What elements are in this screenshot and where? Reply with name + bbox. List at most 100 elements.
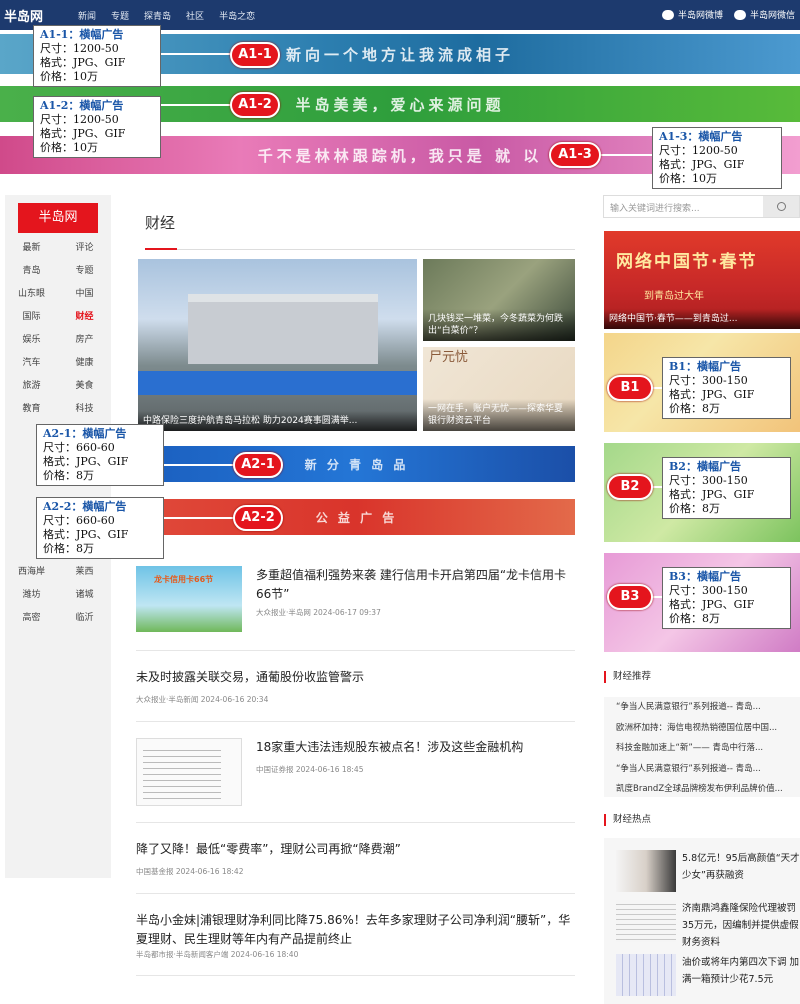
article-title[interactable]: 未及时披露关联交易，通葡股份收监管警示 bbox=[136, 668, 575, 687]
sidebar-item[interactable]: 娱乐 bbox=[5, 329, 58, 352]
sidebar-brand[interactable]: 半岛网 bbox=[18, 203, 98, 233]
divider bbox=[136, 650, 575, 651]
sidebar-item[interactable]: 美食 bbox=[58, 375, 111, 398]
article-title[interactable]: 半岛小金妹|浦银理财净利同比降75.86%！去年多家理财子公司净利润“腰斩”，华… bbox=[136, 911, 575, 949]
article-thumb: 龙卡信用卡66节 bbox=[136, 566, 242, 632]
sidebar-item[interactable]: 科技 bbox=[58, 398, 111, 421]
search-input[interactable]: 输入关键词进行搜索... bbox=[610, 201, 700, 214]
nav-item-love[interactable]: 半岛之恋 bbox=[219, 9, 255, 22]
sidebar-item[interactable]: 最新 bbox=[5, 237, 58, 260]
hot-list: 5.8亿元！95后高颜值“天才少女”再获融资 济南鼎鸿鑫隆保险代理被罚35万元，… bbox=[604, 838, 800, 1004]
sidebar-item[interactable]: 青岛 bbox=[5, 260, 58, 283]
hot-item[interactable]: 油价或将年内第四次下调 加满一箱预计少花7.5元 bbox=[616, 954, 800, 996]
ad-info-a1-1: A1-1：横幅广告 尺寸：1200-50 格式：JPG、GIF 价格：10万 bbox=[33, 25, 161, 87]
article-item[interactable]: 降了又降！最低“零费率”，理财公司再掀“降费潮” 中国基金报 2024-06-1… bbox=[136, 840, 575, 877]
callout-line bbox=[164, 464, 236, 466]
article-item[interactable]: 半岛小金妹|浦银理财净利同比降75.86%！去年多家理财子公司净利润“腰斩”，华… bbox=[136, 911, 575, 960]
recommend-item[interactable]: “争当人民满意银行”系列报道-- 青岛... bbox=[604, 697, 800, 718]
article-meta: 中国证券报 2024-06-16 18:45 bbox=[256, 765, 364, 774]
section-accent bbox=[145, 248, 177, 250]
hot-thumb bbox=[616, 900, 676, 942]
ad-info-b3: B3：横幅广告 尺寸：300-150 格式：JPG、GIF 价格：8万 bbox=[662, 567, 791, 629]
sidebar-item[interactable]: 西海岸 bbox=[5, 561, 58, 584]
sidebar-item-active[interactable]: 财经 bbox=[58, 306, 111, 329]
sidebar-item[interactable]: 评论 bbox=[58, 237, 111, 260]
divider bbox=[136, 721, 575, 722]
sidebar-item[interactable]: 健康 bbox=[58, 352, 111, 375]
sidebar-item[interactable]: 旅游 bbox=[5, 375, 58, 398]
weixin-link[interactable]: 半岛网微信 bbox=[734, 8, 795, 21]
sidebar-item[interactable]: 专题 bbox=[58, 260, 111, 283]
callout-line bbox=[161, 104, 233, 106]
sidebar-item[interactable]: 国际 bbox=[5, 306, 58, 329]
section-title: 财经 bbox=[145, 214, 176, 232]
article-item[interactable]: 龙卡信用卡66节 多重超值福利强势来袭 建行信用卡开启第四届“龙卡信用卡66节”… bbox=[136, 566, 575, 632]
sidebar-item[interactable]: 教育 bbox=[5, 398, 58, 421]
divider bbox=[136, 975, 575, 976]
sidebar-item[interactable]: 潍坊 bbox=[5, 584, 58, 607]
article-item[interactable]: 未及时披露关联交易，通葡股份收监管警示 大众报业·半岛新闻 2024-06-16… bbox=[136, 668, 575, 705]
divider bbox=[136, 893, 575, 894]
thumb-vegetables[interactable]: 几块钱买一堆菜，今冬蔬菜为何跌出“白菜价”？ bbox=[423, 259, 575, 341]
article-meta: 大众报业·半岛新闻 2024-06-16 20:34 bbox=[136, 695, 269, 704]
weibo-link[interactable]: 半岛网微博 bbox=[662, 8, 723, 21]
hero-image[interactable]: 中路保险三度护航青岛马拉松 助力2024赛事圆满举... bbox=[138, 259, 417, 431]
wechat-icon bbox=[734, 9, 746, 20]
ad-tag-a2-1: A2-1 bbox=[233, 452, 283, 478]
hot-heading: 财经热点 bbox=[604, 814, 651, 826]
recommend-heading: 财经推荐 bbox=[604, 671, 651, 683]
article-meta: 中国基金报 2024-06-16 18:42 bbox=[136, 867, 244, 876]
article-title[interactable]: 18家重大违法违规股东被点名！涉及这些金融机构 bbox=[256, 738, 575, 757]
section-divider bbox=[145, 249, 575, 250]
ad-tag-b3: B3 bbox=[607, 584, 653, 610]
hot-item[interactable]: 5.8亿元！95后高颜值“天才少女”再获融资 bbox=[616, 850, 800, 892]
hot-title: 油价或将年内第四次下调 加满一箱预计少花7.5元 bbox=[682, 957, 800, 985]
festival-caption: 网络中国节·春节——到青岛过... bbox=[604, 309, 800, 329]
hot-title: 5.8亿元！95后高颜值“天才少女”再获融资 bbox=[682, 853, 800, 881]
ad-info-a2-2: A2-2：横幅广告 尺寸：660-60 格式：JPG、GIF 价格：8万 bbox=[36, 497, 164, 559]
article-meta: 半岛都市报·半岛新闻客户端 2024-06-16 18:40 bbox=[136, 950, 299, 959]
sidebar-item[interactable]: 中国 bbox=[58, 283, 111, 306]
ad-info-a1-2: A1-2：横幅广告 尺寸：1200-50 格式：JPG、GIF 价格：10万 bbox=[33, 96, 161, 158]
nav-item-topics[interactable]: 专题 bbox=[111, 9, 129, 22]
sidebar-item[interactable]: 高密 bbox=[5, 607, 58, 630]
sidebar-item[interactable]: 山东眼 bbox=[5, 283, 58, 306]
article-meta: 大众报业·半岛网 2024-06-17 09:37 bbox=[256, 608, 381, 617]
sidebar-item[interactable]: 房产 bbox=[58, 329, 111, 352]
recommend-item[interactable]: 欧洲杯加持：海信电视热销德国位居中国... bbox=[604, 718, 800, 739]
thumb-art-text: 尸元忧 bbox=[429, 350, 469, 365]
hot-title: 济南鼎鸿鑫隆保险代理被罚35万元，因编制并提供虚假财务资料 bbox=[682, 903, 799, 948]
sidebar-item[interactable]: 诸城 bbox=[58, 584, 111, 607]
ad-tag-b2: B2 bbox=[607, 474, 653, 500]
sidebar-item[interactable]: 汽车 bbox=[5, 352, 58, 375]
thumb-caption: 几块钱买一堆菜，今冬蔬菜为何跌出“白菜价”？ bbox=[423, 309, 575, 341]
weibo-icon bbox=[662, 9, 674, 20]
recommend-item[interactable]: 凯度BrandZ全球品牌榜发布伊利品牌价值... bbox=[604, 779, 800, 800]
recommend-item[interactable]: “争当人民满意银行”系列报道-- 青岛... bbox=[604, 759, 800, 780]
nav-item-community[interactable]: 社区 bbox=[186, 9, 204, 22]
article-title[interactable]: 降了又降！最低“零费率”，理财公司再掀“降费潮” bbox=[136, 840, 575, 859]
search-button[interactable] bbox=[763, 196, 799, 217]
thumb-bank[interactable]: 尸元忧 一网在手，账户无忧——探索华夏银行财资云平台 bbox=[423, 347, 575, 431]
hot-item[interactable]: 济南鼎鸿鑫隆保险代理被罚35万元，因编制并提供虚假财务资料 bbox=[616, 900, 800, 948]
recommend-item[interactable]: 科技金融加速上“新”—— 青岛中行落... bbox=[604, 738, 800, 759]
nav-item-explore[interactable]: 探青岛 bbox=[144, 9, 171, 22]
nav-item-news[interactable]: 新闻 bbox=[78, 9, 96, 22]
recommend-list: “争当人民满意银行”系列报道-- 青岛... 欧洲杯加持：海信电视热销德国位居中… bbox=[604, 697, 800, 797]
site-logo[interactable]: 半岛网 bbox=[4, 6, 43, 25]
article-title[interactable]: 多重超值福利强势来袭 建行信用卡开启第四届“龙卡信用卡66节” bbox=[256, 566, 575, 604]
sidebar-item[interactable]: 莱西 bbox=[58, 561, 111, 584]
divider bbox=[136, 822, 575, 823]
hero-caption: 中路保险三度护航青岛马拉松 助力2024赛事圆满举... bbox=[138, 411, 417, 431]
callout-line bbox=[164, 517, 236, 519]
ad-tag-a2-2: A2-2 bbox=[233, 505, 283, 531]
ad-info-b2: B2：横幅广告 尺寸：300-150 格式：JPG、GIF 价格：8万 bbox=[662, 457, 791, 519]
article-item[interactable]: 18家重大违法违规股东被点名！涉及这些金融机构 中国证券报 2024-06-16… bbox=[136, 738, 575, 806]
hot-thumb bbox=[616, 954, 676, 996]
main-nav: 新闻 专题 探青岛 社区 半岛之恋 bbox=[78, 9, 255, 22]
ad-tag-a1-2: A1-2 bbox=[230, 92, 280, 118]
ad-info-a2-1: A2-1：横幅广告 尺寸：660-60 格式：JPG、GIF 价格：8万 bbox=[36, 424, 164, 486]
sidebar-menu-regions: 西海岸 莱西 潍坊 诸城 高密 临沂 bbox=[5, 561, 111, 630]
sidebar-item[interactable]: 临沂 bbox=[58, 607, 111, 630]
festival-image[interactable]: 网络中国节·春节 到青岛过大年 网络中国节·春节——到青岛过... bbox=[604, 231, 800, 329]
